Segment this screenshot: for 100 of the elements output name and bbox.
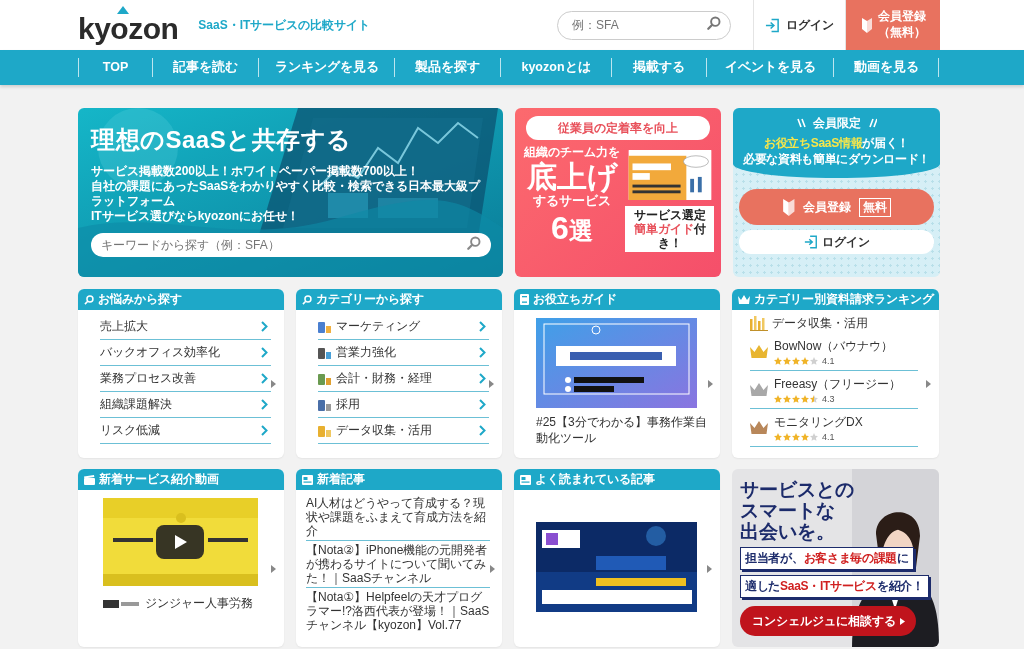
- next-arrow-icon[interactable]: [490, 564, 495, 573]
- search-icon[interactable]: [707, 16, 721, 30]
- login-button[interactable]: ログイン: [739, 230, 934, 254]
- member-heading: 会員限定: [812, 115, 861, 132]
- site-logo[interactable]: kyozon: [78, 6, 179, 44]
- ad-headline: 出会いを。: [740, 521, 836, 542]
- product-name[interactable]: Freeasy（フリージー）: [774, 375, 902, 393]
- category-icon: [318, 398, 332, 411]
- list-item[interactable]: リスク低減: [100, 418, 271, 444]
- next-arrow-icon[interactable]: [271, 380, 276, 388]
- promo-badge: 従業員の定着率を向上: [526, 116, 710, 140]
- login-button[interactable]: ログイン: [753, 0, 846, 50]
- article-link[interactable]: AI人材はどうやって育成する？現状や課題をふまえて育成方法を紹介: [306, 494, 490, 541]
- search-field[interactable]: 例：SFA: [557, 10, 731, 40]
- hero-text: ITサービス選びならkyozonにお任せ！: [91, 209, 300, 224]
- hero-title: 理想のSaaSと共存する: [91, 125, 353, 155]
- hero-text: 自社の課題にあったSaaSをわかりやすく比較・検索できる日本最大級プラットフォーム: [91, 179, 482, 209]
- chevron-icon: [261, 425, 268, 436]
- book-icon: [520, 294, 529, 305]
- consult-button[interactable]: コンシェルジュに相談する: [740, 606, 916, 636]
- category-label: 会計・財務・経理: [336, 370, 432, 387]
- chevron-icon: [479, 425, 486, 436]
- card-title: お悩みから探す: [98, 291, 182, 308]
- newspaper-icon: [302, 474, 313, 485]
- list-item[interactable]: 採用: [318, 392, 489, 418]
- list-item[interactable]: 業務プロセス改善: [100, 366, 271, 392]
- ad-text: 担当者が、お客さま毎の課題に: [740, 547, 914, 570]
- list-item[interactable]: 会計・財務・経理: [318, 366, 489, 392]
- beginner-mark-icon: [860, 17, 873, 33]
- play-icon[interactable]: [156, 525, 204, 559]
- hero-text: サービス掲載数200以上！ホワイトペーパー掲載数700以上！: [91, 164, 421, 179]
- category-label: 営業力強化: [336, 344, 396, 361]
- category-icon: [318, 372, 332, 385]
- logo-icon: [103, 599, 139, 608]
- clapperboard-icon: [84, 474, 95, 485]
- caret-icon: [899, 617, 905, 625]
- callout-label: サービス選定 簡単ガイド付き！: [625, 206, 714, 252]
- list-item[interactable]: データ収集・活用: [318, 418, 489, 444]
- site-tagline: SaaS・ITサービスの比較サイト: [198, 16, 371, 34]
- search-icon[interactable]: [467, 236, 481, 250]
- chevron-icon: [261, 399, 268, 410]
- article-link[interactable]: 【Nota②】iPhone機能の元開発者が携わるサイトについて聞いてみた！｜SaaSチャンネル: [306, 541, 490, 588]
- next-arrow-icon[interactable]: [707, 564, 712, 573]
- category-label: マーケティング: [336, 318, 420, 335]
- chevron-icon: [479, 399, 486, 410]
- ad-headline: サービスとの: [740, 479, 855, 500]
- category-icon: [318, 424, 332, 437]
- category-label: データ収集・活用: [336, 422, 432, 439]
- list-item[interactable]: バックオフィス効率化: [100, 340, 271, 366]
- category-icon: [318, 320, 332, 333]
- category-label: データ収集・活用: [772, 315, 868, 332]
- login-icon: [765, 17, 780, 33]
- promo-subtitle: するサービス: [532, 194, 611, 210]
- card-title: カテゴリー別資料請求ランキング: [754, 291, 934, 308]
- category-icon: [318, 346, 332, 359]
- promo-count: 6選: [550, 210, 594, 248]
- logo-mark-icon: [117, 6, 129, 14]
- article-link[interactable]: 【Nota①】Helpfeelの天才プログラマー!?洛西代表が登場！｜SaaSチャンネル【kyozon】Vol.77: [306, 588, 490, 634]
- list-item[interactable]: 売上拡大: [100, 314, 271, 340]
- ad-banner[interactable]: サービスとの スマートな 出会いを。 担当者が、お客さま毎の課題に 適したSaaS・ITサービスを紹介！ コンシェルジュに相談する: [732, 469, 939, 647]
- card-title: 新着記事: [317, 471, 365, 488]
- search-icon: [302, 294, 312, 305]
- rating-value: 4.1: [822, 355, 835, 366]
- next-arrow-icon[interactable]: [926, 380, 931, 388]
- chevron-icon: [261, 373, 268, 384]
- rating-value: 4.3: [822, 393, 835, 404]
- chevron-icon: [479, 347, 486, 358]
- free-badge: 無料: [859, 197, 892, 217]
- search-icon: [84, 294, 94, 305]
- list-item[interactable]: 営業力強化: [318, 340, 489, 366]
- card-title: カテゴリーから探す: [316, 291, 424, 308]
- next-arrow-icon[interactable]: [708, 380, 713, 388]
- next-arrow-icon[interactable]: [271, 564, 276, 573]
- video-title[interactable]: ジンジャー人事労務: [145, 595, 253, 612]
- next-arrow-icon[interactable]: [489, 380, 494, 388]
- crown-icon: [738, 295, 750, 304]
- beginner-mark-icon: [781, 198, 796, 216]
- chevron-icon: [261, 321, 268, 332]
- list-item[interactable]: 組織課題解決: [100, 392, 271, 418]
- product-name[interactable]: モニタリングDX: [774, 413, 863, 431]
- card-title: お役立ちガイド: [533, 291, 617, 308]
- bar-chart-icon: [750, 316, 768, 331]
- category-label: 採用: [336, 396, 360, 413]
- member-message: お役立ちSaaS情報が届く！ 必要な資料も簡単にダウンロード！: [741, 135, 932, 167]
- card-title: よく読まれている記事: [535, 471, 655, 488]
- promo-subtitle: 組織のチーム力を: [523, 144, 621, 161]
- list-item[interactable]: マーケティング: [318, 314, 489, 340]
- promo-headline: 底上げ: [525, 161, 619, 193]
- chevron-icon: [479, 321, 486, 332]
- ad-headline: スマートな: [740, 500, 836, 521]
- rating-value: 4.1: [822, 431, 835, 442]
- sparkle-icon: [796, 118, 807, 129]
- login-icon: [803, 235, 818, 249]
- search-field[interactable]: キーワードから探す（例：SFA）: [91, 233, 491, 257]
- chevron-icon: [479, 373, 486, 384]
- product-name[interactable]: BowNow（バウナウ）: [774, 337, 894, 355]
- card-title: 新着サービス紹介動画: [99, 471, 219, 488]
- promo-banner[interactable]: 従業員の定着率を向上 組織のチーム力を 底上げ するサービス 6選 サービス選定 簡単ガイド付き！: [515, 108, 721, 277]
- newspaper-icon: [520, 474, 531, 485]
- guide-title[interactable]: #25【3分でわかる】事務作業自動化ツール: [536, 414, 708, 446]
